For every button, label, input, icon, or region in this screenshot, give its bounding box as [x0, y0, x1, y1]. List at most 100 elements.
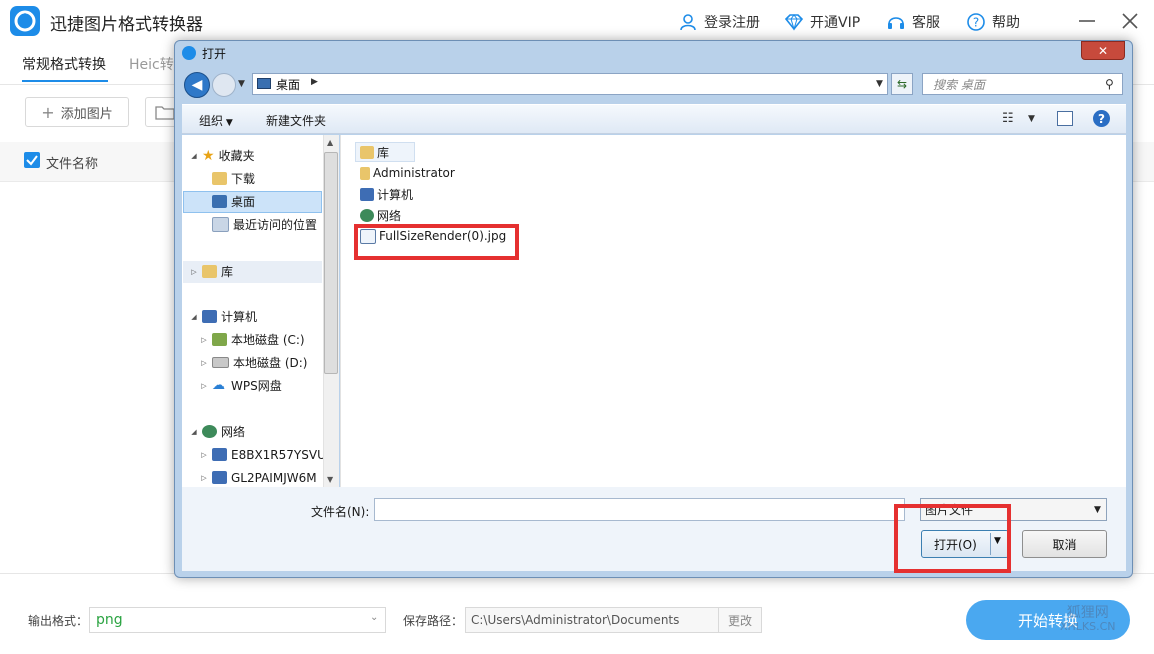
file-item-computer[interactable]: 计算机	[360, 184, 413, 204]
diamond-icon	[784, 14, 804, 31]
dialog-close-button[interactable]: ✕	[1081, 41, 1125, 60]
desktop-icon	[257, 78, 271, 89]
view-options-icon[interactable]: ☷	[1002, 111, 1014, 126]
nav-item-label: 本地磁盘 (C:)	[231, 333, 305, 347]
nav-item-libraries[interactable]: ▷ 库	[190, 261, 233, 282]
minimize-icon[interactable]	[1076, 10, 1098, 32]
forward-arrow-icon[interactable]	[212, 73, 236, 97]
expand-icon: ▷	[201, 450, 207, 459]
nav-item-desktop[interactable]: 桌面	[200, 191, 255, 212]
search-input[interactable]: 搜索 桌面	[922, 73, 1123, 95]
search-icon[interactable]: ⚲	[1105, 77, 1114, 91]
nav-item-downloads[interactable]: 下载	[200, 168, 255, 189]
highlight-box-open	[894, 504, 1011, 573]
filename-label: 文件名(N):	[311, 505, 370, 519]
highlight-box-file	[354, 224, 519, 260]
close-icon[interactable]	[1119, 10, 1141, 32]
preview-pane-icon[interactable]	[1057, 111, 1073, 126]
library-folder-icon	[360, 145, 374, 159]
nav-item-computer[interactable]: ◢ 计算机	[190, 306, 257, 327]
download-folder-icon	[212, 172, 227, 185]
file-item-libraries[interactable]: 库	[360, 142, 389, 162]
file-item-administrator[interactable]: Administrator	[360, 163, 455, 183]
computer-icon	[212, 448, 227, 461]
star-icon: ★	[202, 147, 215, 164]
organize-label: 组织	[199, 114, 224, 128]
nav-item-label: 本地磁盘 (D:)	[233, 356, 308, 370]
filetype-dropdown-icon[interactable]: ▼	[1094, 505, 1101, 515]
back-arrow-icon[interactable]: ◀	[184, 72, 210, 98]
system-drive-icon	[212, 333, 227, 346]
expand-icon: ▷	[201, 335, 207, 344]
select-all-checkbox[interactable]	[24, 152, 40, 168]
desktop-icon	[212, 195, 227, 208]
organize-menu[interactable]: 组织 ▼	[199, 112, 233, 129]
app-title: 迅捷图片格式转换器	[50, 15, 203, 35]
network-icon	[360, 208, 374, 222]
file-item-network[interactable]: 网络	[360, 205, 401, 225]
vip-label: 开通VIP	[810, 15, 861, 31]
address-bar[interactable]	[252, 73, 888, 95]
new-folder-button[interactable]: 新建文件夹	[266, 112, 326, 129]
scroll-up-icon[interactable]: ▲	[327, 138, 333, 147]
computer-icon	[360, 187, 374, 201]
nav-item-network-pc-1[interactable]: ▷ E8BX1R57YSVU	[200, 444, 326, 465]
chevron-down-icon: ⌄	[370, 612, 379, 623]
filename-input[interactable]	[374, 498, 905, 521]
cancel-button[interactable]: 取消	[1022, 530, 1107, 558]
save-path-input[interactable]: C:\Users\Administrator\Documents	[465, 607, 720, 633]
tab-active-indicator	[22, 80, 108, 82]
app-logo-icon	[10, 6, 40, 36]
view-dropdown-icon[interactable]: ▼	[1028, 114, 1035, 124]
nav-item-label: 库	[221, 265, 234, 279]
expand-icon: ▷	[201, 473, 207, 482]
nav-item-recent[interactable]: 最近访问的位置	[200, 214, 317, 235]
file-list-pane	[340, 135, 1126, 487]
file-item-label: Administrator	[373, 166, 455, 180]
dialog-title: 打开	[202, 47, 227, 61]
file-item-label: 网络	[377, 208, 402, 223]
history-dropdown-icon[interactable]: ▼	[238, 79, 245, 89]
tab-regular-conversion[interactable]: 常规格式转换	[22, 54, 106, 74]
add-image-label: 添加图片	[60, 106, 113, 122]
network-icon	[202, 425, 217, 438]
drive-icon	[212, 357, 229, 368]
folder-icon	[155, 106, 175, 120]
expand-icon: ◢	[191, 427, 197, 436]
service-label: 客服	[912, 15, 940, 31]
expand-icon: ▷	[191, 267, 197, 276]
address-dropdown-icon[interactable]: ▼	[876, 79, 883, 89]
help-icon[interactable]: ?	[1093, 110, 1110, 127]
scroll-down-icon[interactable]: ▼	[327, 475, 333, 484]
svg-text:?: ?	[973, 16, 979, 30]
change-path-button[interactable]: 更改	[718, 607, 762, 633]
chevron-right-icon[interactable]: ▶	[311, 77, 318, 87]
nav-item-disk-c[interactable]: ▷ 本地磁盘 (C:)	[200, 329, 305, 350]
service-button[interactable]: 客服	[886, 8, 940, 36]
tab-heic-conversion[interactable]: Heic转	[129, 54, 174, 74]
nav-item-favorites[interactable]: ◢ ★ 收藏夹	[190, 145, 254, 166]
check-icon	[26, 155, 38, 166]
file-item-label: 计算机	[377, 187, 414, 202]
nav-item-label: 网络	[221, 425, 246, 439]
nav-item-disk-d[interactable]: ▷ 本地磁盘 (D:)	[200, 352, 307, 373]
add-image-button[interactable]: + 添加图片	[25, 97, 129, 127]
nav-item-label: 计算机	[221, 310, 258, 324]
nav-item-label: 桌面	[231, 195, 256, 209]
output-format-select[interactable]: png	[89, 607, 386, 633]
login-button[interactable]: 登录注册	[678, 8, 760, 36]
login-label: 登录注册	[704, 15, 760, 31]
question-icon: ?	[967, 13, 985, 31]
vip-button[interactable]: 开通VIP	[784, 8, 860, 36]
nav-item-network-pc-2[interactable]: ▷ GL2PAIMJW6M	[200, 467, 317, 488]
help-button[interactable]: ? 帮助	[966, 8, 1020, 36]
user-icon	[680, 14, 696, 31]
nav-item-network[interactable]: ◢ 网络	[190, 421, 245, 442]
output-format-label: 输出格式：	[28, 614, 89, 628]
refresh-icon[interactable]: ⇆	[891, 73, 913, 95]
nav-scrollbar-thumb[interactable]	[324, 152, 338, 374]
expand-icon: ◢	[191, 151, 197, 160]
nav-item-label: GL2PAIMJW6M	[231, 470, 317, 485]
file-item-label: 库	[377, 145, 390, 160]
nav-item-wps-cloud[interactable]: ▷ ☁ WPS网盘	[200, 375, 281, 396]
